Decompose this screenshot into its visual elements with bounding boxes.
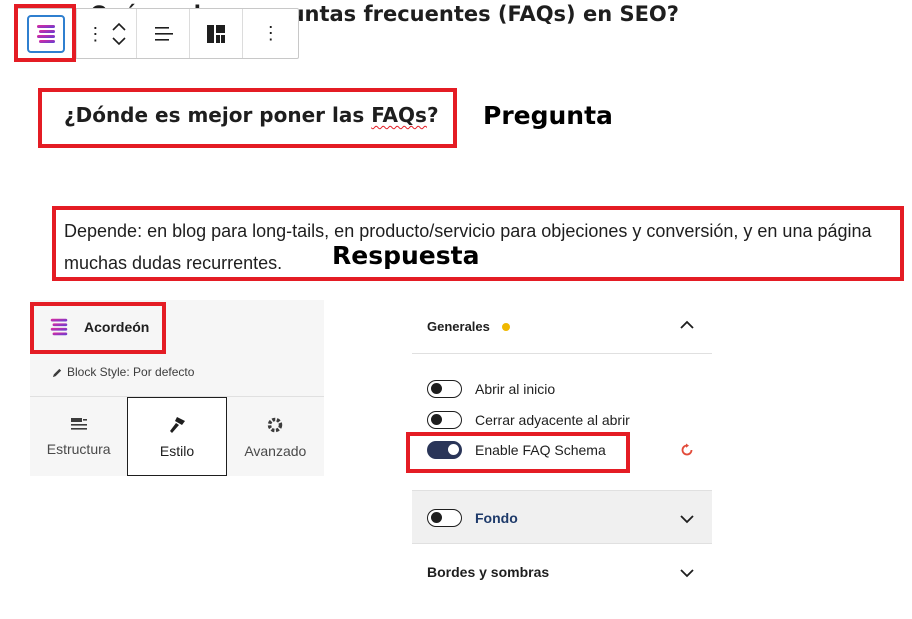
inspector-tabs: Estructura Estilo Avanzado <box>30 396 324 476</box>
pencil-icon <box>52 368 62 377</box>
toggle-knob <box>448 444 459 455</box>
fondo-label: Fondo <box>475 510 518 526</box>
toggle-row-cerrar-adyacente: Cerrar adyacente al abrir <box>427 411 630 429</box>
block-type-button[interactable] <box>17 9 77 58</box>
section-bordes-header[interactable]: Bordes y sombras <box>412 545 712 599</box>
toggle-faq-schema[interactable] <box>427 441 462 459</box>
toggle-abrir-inicio[interactable] <box>427 380 462 398</box>
more-vertical-icon: ⋮ <box>261 23 280 43</box>
block-card-title: Acordeón <box>84 319 150 335</box>
toggle-row-faq-schema: Enable FAQ Schema <box>427 441 606 459</box>
label-respuesta: Respuesta <box>332 241 480 270</box>
faq-answer[interactable]: Depende: en blog para long-tails, en pro… <box>64 215 912 279</box>
align-left-icon <box>154 26 173 41</box>
block-card-header: Acordeón <box>48 316 149 338</box>
block-style-text: Block Style: Por defecto <box>67 365 195 379</box>
chevron-up-icon <box>680 320 694 329</box>
question-text-start: ¿Dónde es mejor poner las <box>64 103 372 127</box>
align-button[interactable] <box>137 9 190 58</box>
toggle-label-cerrar-adyacente: Cerrar adyacente al abrir <box>475 412 630 428</box>
gear-icon <box>268 417 283 432</box>
section-generales-title: Generales <box>427 319 510 334</box>
spellcheck-word: FAQs <box>371 103 427 127</box>
tab-avanzado[interactable]: Avanzado <box>227 397 324 476</box>
tab-estilo-label: Estilo <box>159 442 195 459</box>
accordion-icon <box>50 318 68 336</box>
tab-estilo[interactable]: Estilo <box>127 397 227 476</box>
toggle-knob <box>431 414 442 425</box>
chevron-down-icon <box>680 569 694 578</box>
tab-avanzado-label: Avanzado <box>244 442 307 459</box>
move-controls: ⋮ <box>77 9 138 58</box>
toggle-cerrar-adyacente[interactable] <box>427 411 462 429</box>
tab-estructura-label: Estructura <box>46 440 111 457</box>
more-options-button[interactable]: ⋮ <box>243 9 298 58</box>
reset-icon[interactable] <box>680 443 694 457</box>
bordes-label: Bordes y sombras <box>427 564 550 580</box>
toggle-row-abrir-inicio: Abrir al inicio <box>427 380 555 398</box>
question-text-end: ? <box>426 103 439 127</box>
block-style-label[interactable]: Block Style: Por defecto <box>52 365 194 379</box>
block-toolbar: ⋮ ⋮ <box>16 8 299 59</box>
toggle-label-abrir-inicio: Abrir al inicio <box>475 381 556 397</box>
accordion-icon <box>37 24 56 43</box>
modified-dot-icon <box>501 322 510 331</box>
chevron-up-icon[interactable] <box>112 22 126 31</box>
label-pregunta: Pregunta <box>483 101 613 130</box>
toggle-knob <box>431 512 442 523</box>
chevron-down-icon[interactable] <box>112 36 126 46</box>
block-icon-frame <box>27 14 66 53</box>
chevron-down-icon <box>680 515 694 524</box>
layout-grid-icon <box>207 24 226 43</box>
toggle-fondo[interactable] <box>427 509 462 527</box>
section-fondo-header[interactable]: Fondo <box>412 490 712 544</box>
faq-question[interactable]: ¿Dónde es mejor poner las FAQs? <box>64 103 439 127</box>
generales-label: Generales <box>427 319 490 334</box>
brush-icon <box>169 416 185 433</box>
list-icon <box>70 417 87 430</box>
section-generales-header[interactable]: Generales <box>412 300 712 354</box>
drag-handle-icon[interactable]: ⋮ <box>86 25 104 43</box>
tab-estructura[interactable]: Estructura <box>30 397 127 476</box>
fondo-title-row: Fondo <box>427 509 518 527</box>
toggle-knob <box>431 383 442 394</box>
answer-line-2: muchas dudas recurrentes. <box>64 253 283 273</box>
move-arrows <box>112 22 126 46</box>
toggle-label-faq-schema: Enable FAQ Schema <box>475 442 606 458</box>
answer-line-1: Depende: en blog para long-tails, en pro… <box>64 221 872 241</box>
layout-button[interactable] <box>190 9 244 58</box>
